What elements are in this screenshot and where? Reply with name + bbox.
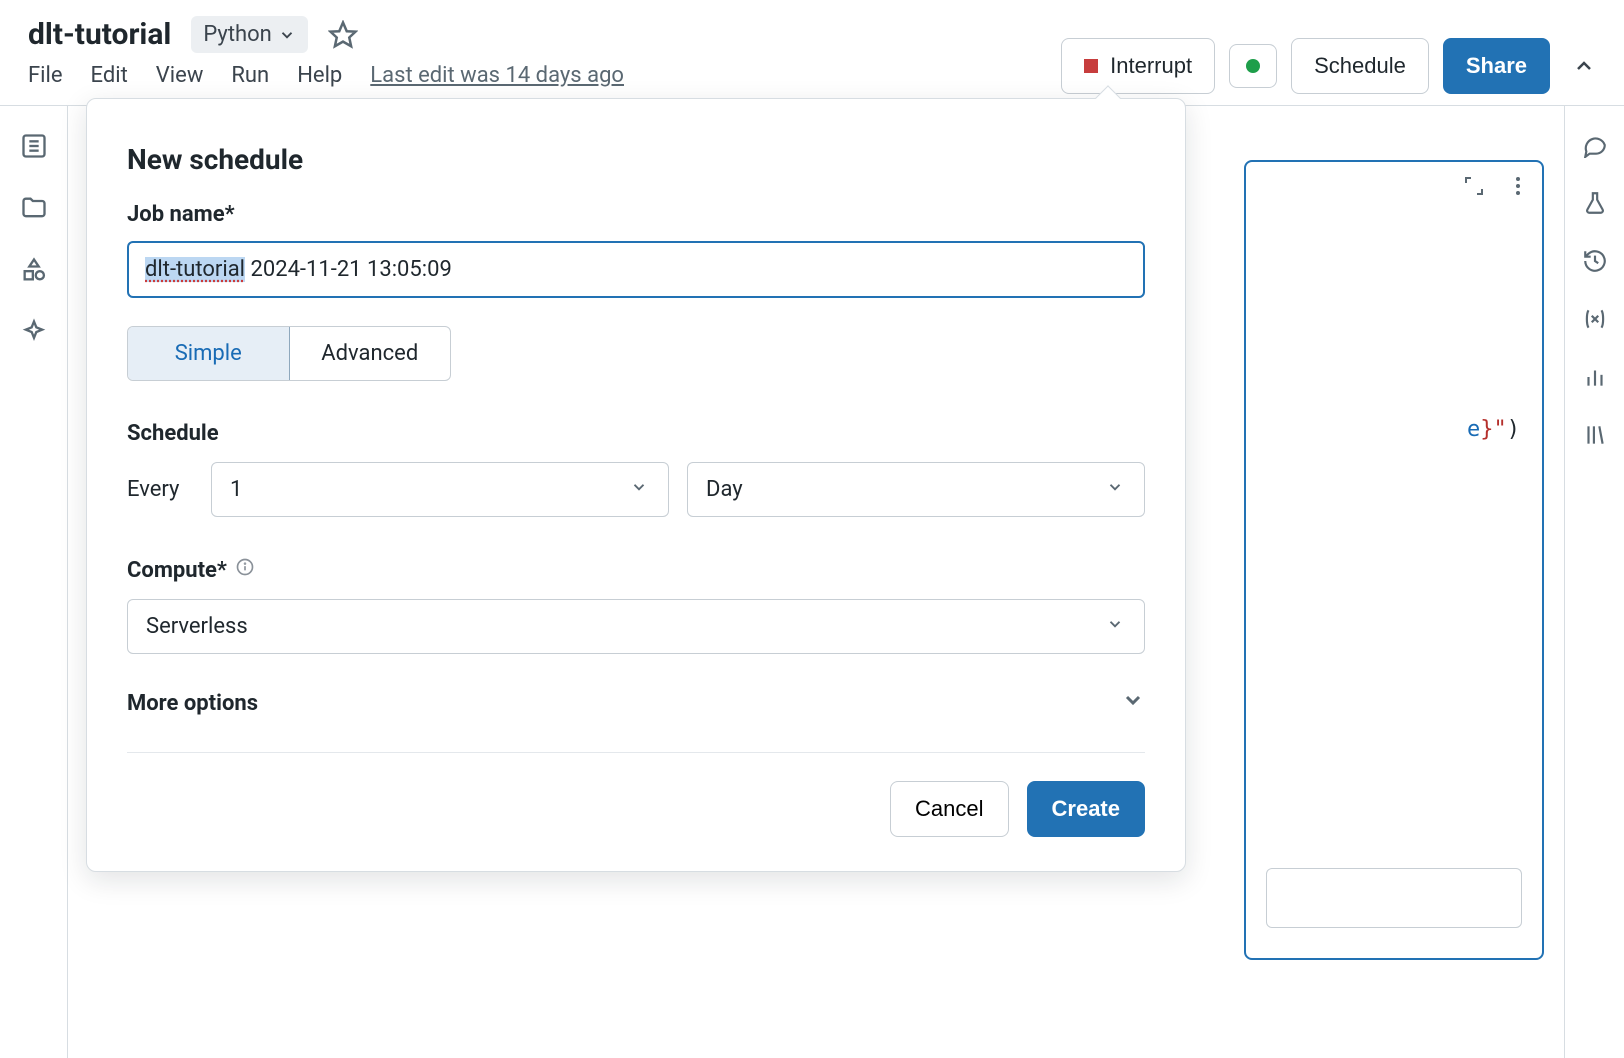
compute-select[interactable]: Serverless [127, 599, 1145, 654]
divider [127, 752, 1145, 753]
menu-edit[interactable]: Edit [91, 63, 128, 88]
library-icon[interactable] [1582, 422, 1608, 448]
job-name-selection: dlt-tutorial [145, 257, 245, 282]
left-rail [0, 106, 68, 1058]
header-expand-toggle[interactable] [1564, 44, 1604, 88]
interrupt-button[interactable]: Interrupt [1061, 38, 1215, 94]
stop-icon [1084, 59, 1098, 73]
code-cell[interactable]: e}") [1244, 160, 1544, 960]
chevron-up-icon [1572, 54, 1596, 78]
shapes-icon[interactable] [20, 256, 48, 284]
share-button[interactable]: Share [1443, 38, 1550, 94]
schedule-popover: New schedule Job name* dlt-tutorial 2024… [86, 98, 1186, 872]
compute-section: Compute* Serverless [127, 557, 1145, 654]
kebab-icon[interactable] [1506, 174, 1530, 198]
popover-title: New schedule [127, 143, 1145, 176]
interrupt-label: Interrupt [1110, 53, 1192, 79]
right-rail [1564, 106, 1624, 1058]
every-label: Every [127, 477, 193, 502]
mode-tabs: Simple Advanced [127, 326, 451, 381]
status-dot-icon [1246, 59, 1260, 73]
language-label: Python [203, 22, 271, 47]
job-name-label: Job name* [127, 202, 1145, 227]
language-selector[interactable]: Python [191, 16, 307, 53]
comment-icon[interactable] [1582, 132, 1608, 158]
job-name-rest: 2024-11-21 13:05:09 [245, 257, 452, 282]
schedule-label: Schedule [1314, 53, 1406, 79]
chevron-down-icon [278, 26, 296, 44]
chevron-down-icon [1106, 477, 1126, 502]
chevron-down-icon [1121, 688, 1145, 718]
title-row: dlt-tutorial Python [28, 16, 1061, 53]
chart-icon[interactable] [1582, 364, 1608, 390]
more-options-label: More options [127, 691, 258, 716]
menu-run[interactable]: Run [231, 63, 269, 88]
folder-icon[interactable] [20, 194, 48, 222]
unit-select[interactable]: Day [687, 462, 1145, 517]
menu-view[interactable]: View [156, 63, 204, 88]
schedule-label: Schedule [127, 421, 1145, 446]
chevron-down-icon [1106, 614, 1126, 639]
menu-help[interactable]: Help [297, 63, 342, 88]
share-label: Share [1466, 53, 1527, 79]
compute-label: Compute* [127, 557, 1145, 583]
expand-icon[interactable] [1462, 174, 1486, 198]
unit-value: Day [706, 477, 743, 502]
last-edit-link[interactable]: Last edit was 14 days ago [370, 63, 624, 88]
header: dlt-tutorial Python File Edit View Run H… [0, 0, 1624, 106]
cell-output-box [1266, 868, 1522, 928]
code-fragment: e}") [1467, 417, 1520, 442]
interval-select[interactable]: 1 [211, 462, 669, 517]
cell-toolbar [1462, 174, 1530, 198]
toc-icon[interactable] [20, 132, 48, 160]
info-icon[interactable] [235, 557, 255, 583]
more-options-toggle[interactable]: More options [127, 688, 1145, 718]
status-button[interactable] [1229, 44, 1277, 88]
variables-icon[interactable] [1582, 306, 1608, 332]
schedule-button[interactable]: Schedule [1291, 38, 1429, 94]
flask-icon[interactable] [1582, 190, 1608, 216]
menu-bar: File Edit View Run Help Last edit was 14… [28, 63, 1061, 100]
chevron-down-icon [630, 477, 650, 502]
compute-value: Serverless [146, 614, 248, 639]
schedule-row: Every 1 Day [127, 462, 1145, 517]
sparkle-icon[interactable] [20, 318, 48, 346]
cancel-button[interactable]: Cancel [890, 781, 1008, 837]
history-icon[interactable] [1582, 248, 1608, 274]
menu-file[interactable]: File [28, 63, 63, 88]
popover-footer: Cancel Create [127, 781, 1145, 837]
document-title[interactable]: dlt-tutorial [28, 17, 171, 52]
header-left: dlt-tutorial Python File Edit View Run H… [28, 16, 1061, 100]
tab-simple[interactable]: Simple [128, 327, 290, 380]
header-right: Interrupt Schedule Share [1061, 16, 1604, 94]
job-name-input[interactable]: dlt-tutorial 2024-11-21 13:05:09 [127, 241, 1145, 298]
tab-advanced[interactable]: Advanced [290, 327, 451, 380]
star-icon[interactable] [328, 20, 358, 50]
schedule-section: Schedule Every 1 Day [127, 421, 1145, 517]
interval-value: 1 [230, 477, 242, 502]
create-button[interactable]: Create [1027, 781, 1145, 837]
